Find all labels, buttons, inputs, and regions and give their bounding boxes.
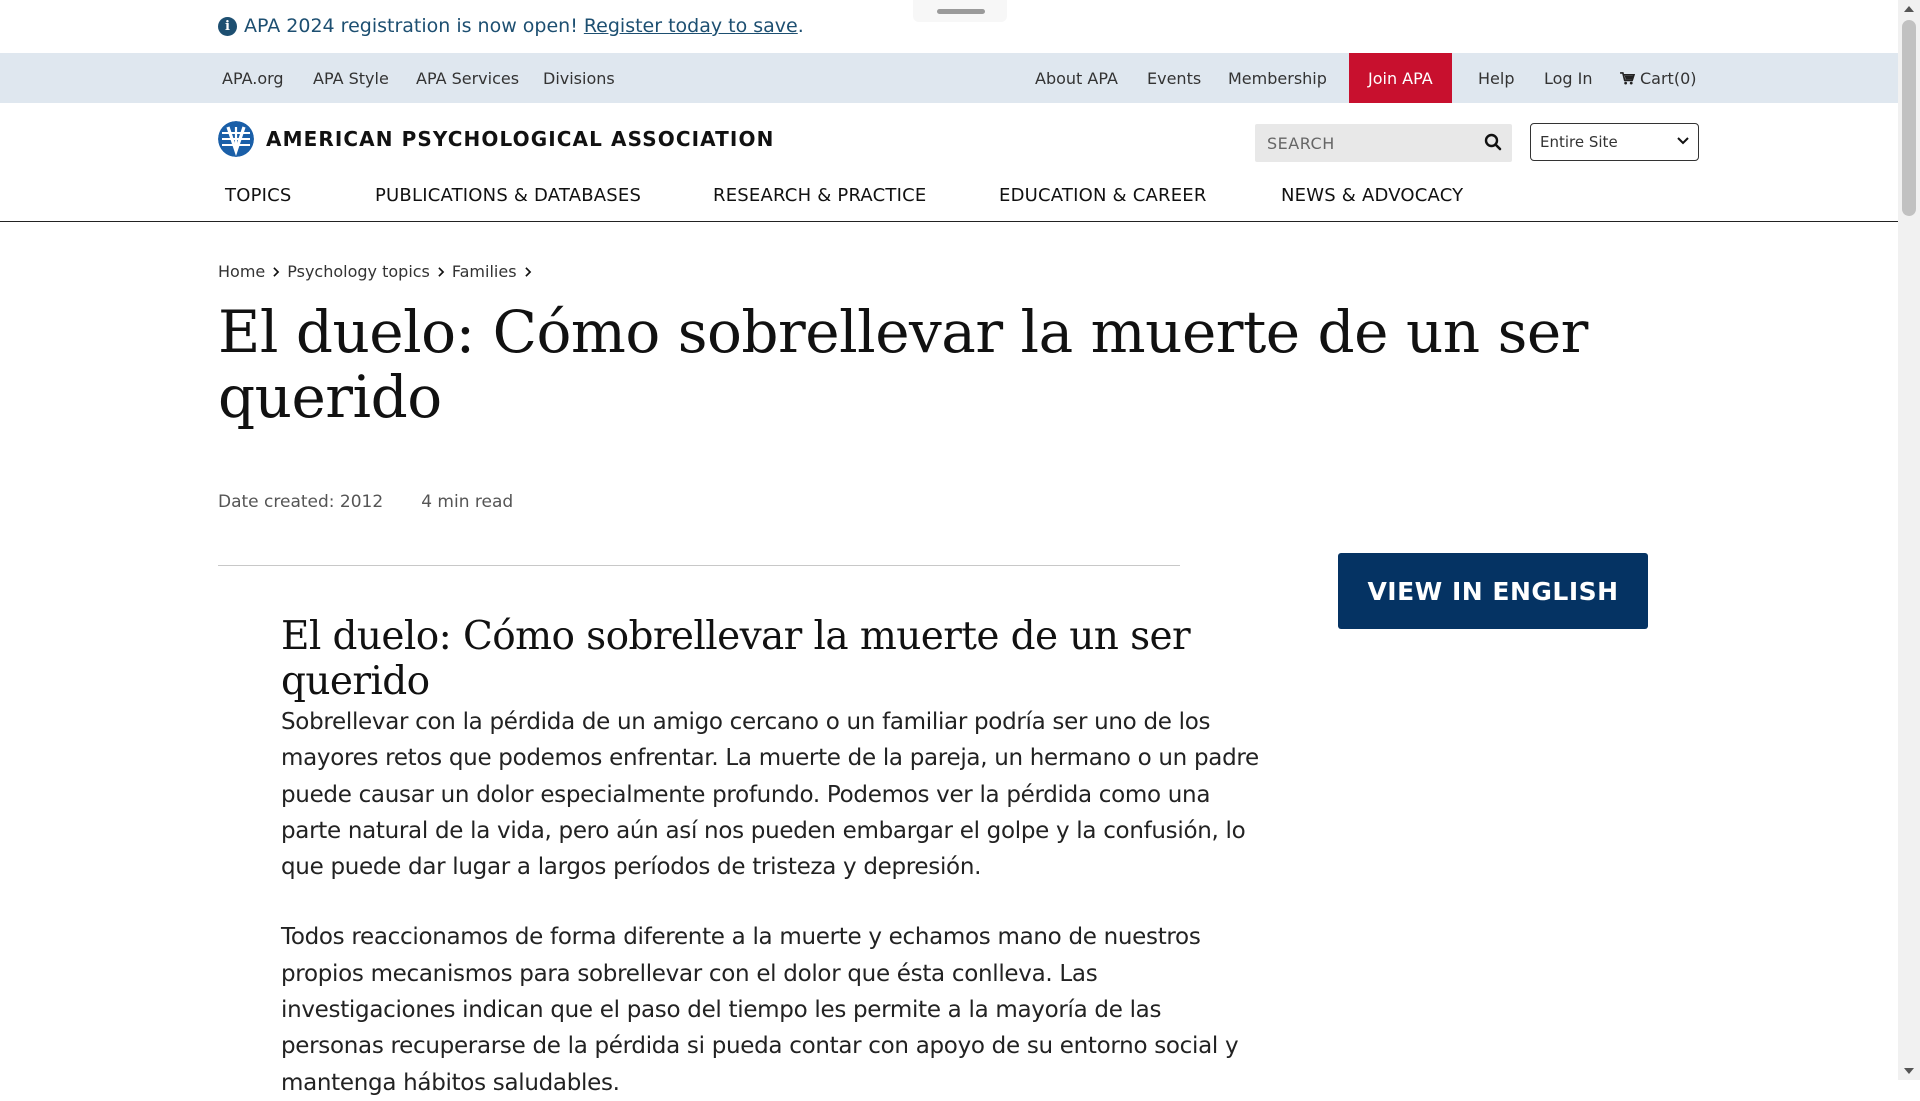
util-link-apa-style[interactable]: APA Style <box>313 53 389 103</box>
util-link-events[interactable]: Events <box>1147 53 1201 103</box>
nav-education-career[interactable]: EDUCATION & CAREER <box>999 185 1207 206</box>
alert-text: APA 2024 registration is now open! <box>244 15 578 37</box>
chevron-right-icon <box>524 266 531 277</box>
util-link-divisions[interactable]: Divisions <box>543 53 615 103</box>
util-link-membership[interactable]: Membership <box>1228 53 1327 103</box>
chevron-right-icon <box>438 266 445 277</box>
search-scope-value: Entire Site <box>1540 133 1618 151</box>
util-link-help[interactable]: Help <box>1478 53 1514 103</box>
cart-label: Cart(0) <box>1640 68 1697 88</box>
info-icon: i <box>218 16 237 36</box>
alert-message: i APA 2024 registration is now open! Reg… <box>218 13 804 39</box>
util-link-about-apa[interactable]: About APA <box>1035 53 1118 103</box>
search-input[interactable] <box>1265 132 1479 154</box>
nav-research-practice[interactable]: RESEARCH & PRACTICE <box>713 185 926 206</box>
breadcrumb-families[interactable]: Families <box>452 262 517 281</box>
brand-row: AMERICAN PSYCHOLOGICAL ASSOCIATION Entir… <box>0 103 1898 173</box>
article-heading: El duelo: Cómo sobrellevar la muerte de … <box>281 614 1191 704</box>
view-in-english-button[interactable]: VIEW IN ENGLISH <box>1338 553 1648 629</box>
cart-link[interactable]: Cart(0) <box>1620 53 1697 103</box>
scroll-down-arrow-icon[interactable] <box>1904 1068 1914 1074</box>
nav-publications-databases[interactable]: PUBLICATIONS & DATABASES <box>375 185 641 206</box>
search-icon[interactable] <box>1484 133 1502 151</box>
scrollbar[interactable] <box>1898 0 1920 1080</box>
scroll-up-arrow-icon[interactable] <box>1904 6 1914 12</box>
read-time: 4 min read <box>421 492 514 512</box>
breadcrumb-psychology-topics[interactable]: Psychology topics <box>287 262 430 281</box>
date-created: Date created: 2012 <box>218 492 384 512</box>
nav-topics[interactable]: TOPICS <box>225 185 292 206</box>
scroll-thumb[interactable] <box>1902 20 1916 216</box>
alert-suffix: . <box>797 15 804 37</box>
article-body: El duelo: Cómo sobrellevar la muerte de … <box>281 614 1261 1101</box>
divider <box>218 565 1180 566</box>
drag-handle[interactable] <box>913 0 1007 22</box>
alert-bar: i APA 2024 registration is now open! Reg… <box>0 0 1898 53</box>
search-scope-select[interactable]: Entire Site <box>1530 123 1699 161</box>
breadcrumb: Home Psychology topics Families <box>218 262 539 281</box>
article-paragraph: Sobrellevar con la pérdida de un amigo c… <box>281 709 1259 881</box>
cart-icon <box>1620 71 1635 85</box>
apa-logo[interactable]: AMERICAN PSYCHOLOGICAL ASSOCIATION <box>218 121 774 157</box>
register-link[interactable]: Register today to save <box>584 15 798 37</box>
nav-news-advocacy[interactable]: NEWS & ADVOCACY <box>1281 185 1463 206</box>
main-nav: TOPICS PUBLICATIONS & DATABASES RESEARCH… <box>0 173 1898 222</box>
breadcrumb-home[interactable]: Home <box>218 262 265 281</box>
apa-logo-icon <box>218 121 254 157</box>
brand-name: AMERICAN PSYCHOLOGICAL ASSOCIATION <box>266 127 775 151</box>
login-link[interactable]: Log In <box>1544 53 1593 103</box>
chevron-right-icon <box>273 266 280 277</box>
chevron-down-icon <box>1677 137 1689 145</box>
page-title: El duelo: Cómo sobrellevar la muerte de … <box>218 298 1588 431</box>
join-apa-button[interactable]: Join APA <box>1349 53 1452 103</box>
article-meta: Date created: 2012 4 min read <box>218 492 513 512</box>
util-link-apa-services[interactable]: APA Services <box>416 53 519 103</box>
util-link-apa-org[interactable]: APA.org <box>222 53 284 103</box>
utility-nav: APA.org APA Style APA Services Divisions… <box>0 53 1898 103</box>
search-box <box>1255 124 1512 162</box>
article-paragraph: Todos reaccionamos de forma diferente a … <box>281 924 1239 1096</box>
